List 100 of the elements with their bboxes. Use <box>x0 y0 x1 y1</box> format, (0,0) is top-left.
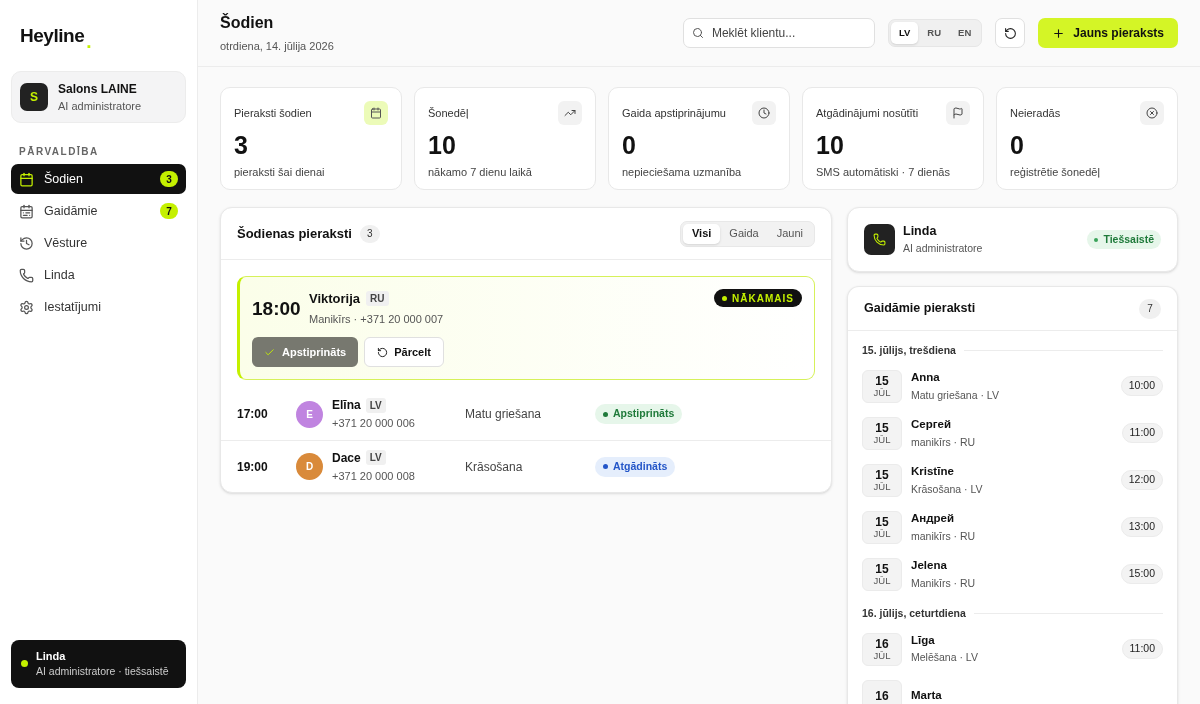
client-name: Андрей <box>911 511 956 527</box>
filter-tab[interactable]: Gaida <box>720 223 768 244</box>
language-tag: LV <box>365 450 386 466</box>
stat-value: 10 <box>428 130 457 161</box>
history-icon <box>19 235 34 251</box>
stat-note: pieraksti šai dienai <box>234 165 326 180</box>
count-badge: 3 <box>359 224 380 243</box>
appointment-detail: Manikīrs · RU <box>911 575 977 591</box>
date-tile: 15 JŪL <box>862 557 902 591</box>
date-heading: 16. jūlijs, ceturtdiena <box>862 605 966 621</box>
count-badge: 7 <box>1139 298 1161 319</box>
client-name: Marta <box>911 688 943 704</box>
date-tile: 16 <box>862 679 902 704</box>
panel-title: Gaidāmie pieraksti <box>864 300 976 318</box>
appointment-detail: Melēšana · LV <box>911 650 979 666</box>
count-badge: 3 <box>160 171 178 187</box>
date-tile: 15 JŪL <box>862 463 902 497</box>
stat-value: 0 <box>622 130 637 161</box>
stat-note: nepieciešama uzmanība <box>622 165 743 180</box>
new-appointment-button[interactable]: Jauns pieraksts <box>1038 18 1178 48</box>
client-phone: +371 20 000 008 <box>332 468 416 484</box>
client-name: Anna <box>911 370 941 386</box>
date-tile: 15 JŪL <box>862 510 902 544</box>
stat-label: Šonedēļ <box>428 105 469 121</box>
count-badge: 7 <box>160 203 178 219</box>
refresh-icon <box>1003 26 1017 40</box>
next-badge: NĀKAMAIS <box>714 289 802 307</box>
filter-tab[interactable]: Jauni <box>767 223 812 244</box>
nav-item[interactable]: Vēsture <box>11 228 186 258</box>
date-tile: 15 JŪL <box>862 416 902 450</box>
stat-label: Pieraksti šodien <box>234 105 312 121</box>
stat-label: Neieradās <box>1010 105 1061 121</box>
salon-role: AI administratore <box>58 98 142 114</box>
brand-logo: Heyline <box>20 24 85 48</box>
appointment-detail: manikīrs · RU <box>911 528 977 544</box>
client-avatar: E <box>296 400 323 428</box>
status-badge: Apstiprināts <box>595 404 683 424</box>
brand-dot: . <box>86 31 92 51</box>
nav-item[interactable]: Linda <box>11 260 186 290</box>
time-pill: 15:00 <box>1120 564 1163 585</box>
settings-icon <box>19 299 34 315</box>
client-name: Viktorija <box>309 290 361 308</box>
calendar-icon <box>19 203 34 219</box>
refresh-button[interactable] <box>995 18 1026 48</box>
language-tab[interactable]: RU <box>919 22 950 44</box>
nav-item[interactable]: Šodien 3 <box>11 164 186 194</box>
search-field[interactable]: Meklēt klientu... <box>682 18 875 48</box>
salon-avatar: S <box>20 82 48 111</box>
nav-item[interactable]: Gaidāmie 7 <box>11 196 186 226</box>
appointment-detail: Matu griešana · LV <box>911 387 1000 403</box>
check-icon <box>264 346 275 358</box>
time-pill: 10:00 <box>1120 376 1163 397</box>
reschedule-icon <box>377 346 389 358</box>
calendar-icon <box>19 171 34 187</box>
time-pill: 13:00 <box>1120 517 1163 538</box>
client-name: Kristīne <box>911 464 955 480</box>
plus-icon <box>1052 26 1066 40</box>
stat-value: 10 <box>816 130 845 161</box>
online-badge: Tiešsaistē <box>1087 230 1161 249</box>
appointment-detail: manikīrs · RU <box>911 434 977 450</box>
search-icon <box>691 27 704 39</box>
appointment-time: 18:00 <box>252 297 302 321</box>
agent-name: Linda <box>36 648 67 664</box>
stat-note: SMS automātiski · 7 dienās <box>816 165 951 180</box>
phone-icon <box>864 224 895 255</box>
appointment-time: 17:00 <box>237 406 269 423</box>
client-name: Сергей <box>911 417 952 433</box>
client-phone: +371 20 000 006 <box>332 416 416 432</box>
time-pill: 11:00 <box>1121 639 1163 659</box>
salon-name: Salons LAINE <box>58 80 138 98</box>
date-heading: 15. jūlijs, trešdiena <box>862 343 956 358</box>
page-title: Šodien <box>220 12 275 34</box>
salon-card[interactable]: S Salons LAINE AI administratore <box>11 70 186 123</box>
nav-item[interactable]: Iestatījumi <box>11 292 186 322</box>
time-pill: 12:00 <box>1120 470 1163 491</box>
page-date: otrdiena, 14. jūlija 2026 <box>220 39 334 55</box>
agent-detail: AI administratore · tiešsaistē <box>36 664 169 680</box>
language-tab[interactable]: LV <box>890 22 919 44</box>
status-badge: Atgādināts <box>595 456 676 477</box>
client-name: Dace <box>332 449 361 467</box>
filter-tab[interactable]: Visi <box>682 223 721 244</box>
appointment-detail: Manikīrs · +371 20 000 007 <box>309 311 444 327</box>
agent-role: AI administratore <box>903 241 983 256</box>
nav-heading: PĀRVALDĪBA <box>18 145 100 159</box>
stat-note: reģistrētie šonedēļ <box>1010 165 1101 180</box>
stat-label: Gaida apstiprinājumu <box>622 105 726 121</box>
confirmed-button[interactable]: Apstiprināts <box>252 337 359 367</box>
panel-title: Šodienas pieraksti <box>237 224 352 243</box>
client-name: Jelena <box>911 558 948 574</box>
date-tile: 15 JŪL <box>862 369 902 403</box>
stat-note: nākamo 7 dienu laikā <box>428 165 533 180</box>
reschedule-button[interactable]: Pārcelt <box>364 337 444 367</box>
language-tag: RU <box>366 291 389 307</box>
date-tile: 16 JŪL <box>862 632 902 666</box>
stat-value: 3 <box>234 130 249 161</box>
appointment-detail: Krāsošana · LV <box>911 481 984 497</box>
client-name: Elīna <box>332 397 361 415</box>
language-tab[interactable]: EN <box>950 22 980 44</box>
agent-name: Linda <box>903 223 938 241</box>
stat-label: Atgādinājumi nosūtīti <box>816 105 919 121</box>
